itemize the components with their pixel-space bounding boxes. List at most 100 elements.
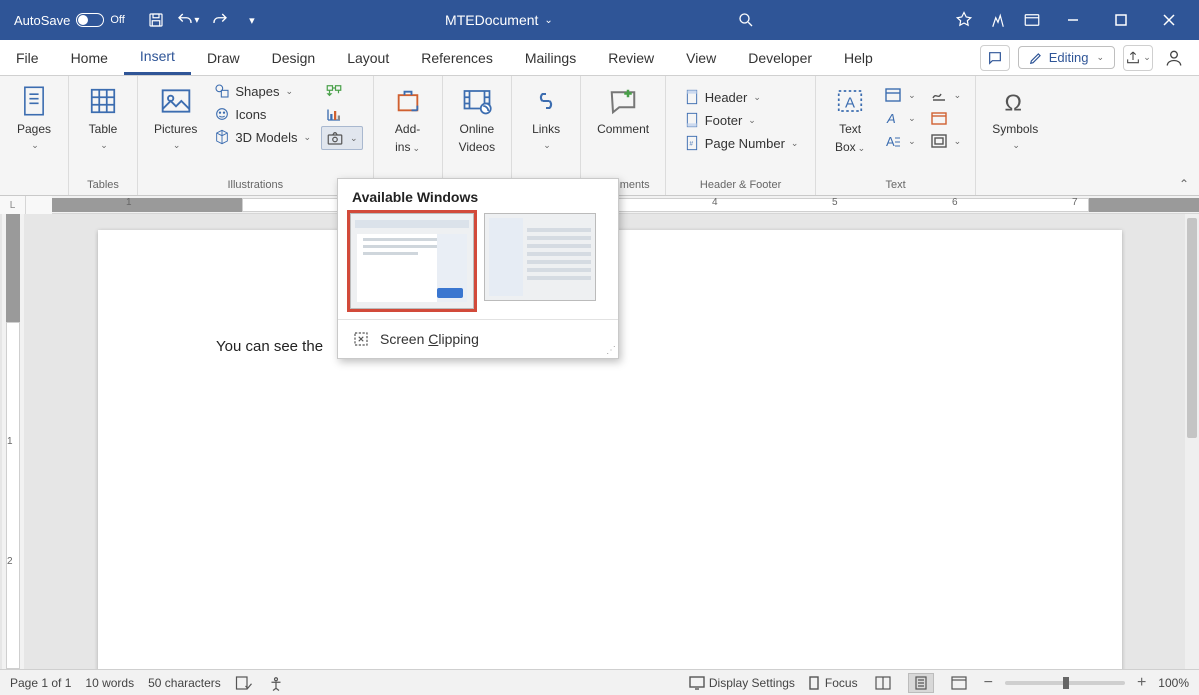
redo-button[interactable] [205,5,235,35]
pictures-button[interactable]: Pictures⌄ [148,80,203,155]
calendar-icon [930,109,948,127]
status-bar: Page 1 of 1 10 words 50 characters Displ… [0,669,1199,695]
read-mode-button[interactable] [870,673,896,693]
ruler-vertical[interactable]: 1 2 [2,214,24,669]
comments-pane-button[interactable] [980,45,1010,71]
dropcap-button[interactable]: A⌄ [880,130,920,152]
zoom-level[interactable]: 100% [1158,676,1189,690]
web-layout-button[interactable] [946,673,972,693]
search-button[interactable] [731,5,761,35]
tab-draw[interactable]: Draw [191,40,256,75]
datetime-button[interactable] [926,107,966,129]
status-words[interactable]: 10 words [85,676,134,690]
dropdown-title: Available Windows [338,179,618,213]
quickparts-icon [884,86,902,104]
header-icon [683,88,701,106]
save-button[interactable] [141,5,171,35]
svg-text:Ω: Ω [1005,89,1022,115]
wordart-button[interactable]: A⌄ [880,107,920,129]
undo-button[interactable]: ▾ [173,5,203,35]
tab-view[interactable]: View [670,40,732,75]
maximize-button[interactable] [1099,0,1143,40]
chevron-down-icon: ⌄ [544,15,552,26]
header-button[interactable]: Header⌄ [679,86,803,108]
editing-mode-label: Editing [1049,50,1089,65]
signature-icon [930,86,948,104]
symbols-button[interactable]: Ω Symbols⌄ [986,80,1044,155]
window-thumbnail-1[interactable] [350,213,474,309]
accessibility-icon[interactable] [267,675,285,691]
autosave-label: AutoSave [14,13,70,28]
icons-icon [213,105,231,123]
autosave-toggle[interactable]: AutoSave Off [0,13,135,28]
share-button[interactable]: ⌄ [1123,45,1153,71]
ribbon-display-icon[interactable] [1017,5,1047,35]
group-tables: Table⌄ Tables [69,76,138,195]
footer-button[interactable]: Footer⌄ [679,109,803,131]
tab-layout[interactable]: Layout [331,40,405,75]
minimize-button[interactable] [1051,0,1095,40]
collapse-ribbon-button[interactable]: ⌃ [1179,177,1189,191]
shapes-button[interactable]: Shapes⌄ [209,80,315,102]
cube-icon [213,128,231,146]
ruler-horizontal[interactable]: 1 2 4 5 6 7 [52,196,1199,214]
status-page[interactable]: Page 1 of 1 [10,676,71,690]
premium-icon[interactable] [949,5,979,35]
body-text[interactable]: You can see the [216,338,323,355]
screen-clipping-item[interactable]: Screen Clipping [338,320,618,358]
coming-soon-icon[interactable] [983,5,1013,35]
status-chars[interactable]: 50 characters [148,676,221,690]
qat-customize[interactable]: ▾ [237,5,267,35]
spellcheck-icon[interactable] [235,675,253,691]
pages-button[interactable]: Pages⌄ [10,80,58,155]
comment-button[interactable]: Comment [591,80,655,140]
print-layout-button[interactable] [908,673,934,693]
scroll-thumb[interactable] [1187,218,1197,438]
tab-mailings[interactable]: Mailings [509,40,592,75]
group-label-hf: Header & Footer [700,177,781,195]
window-thumbnail-2[interactable] [484,213,596,301]
page-number-button[interactable]: #Page Number⌄ [679,132,803,154]
tab-help[interactable]: Help [828,40,889,75]
tab-developer[interactable]: Developer [732,40,828,75]
links-button[interactable]: Links⌄ [522,80,570,155]
tab-references[interactable]: References [405,40,509,75]
scrollbar-vertical[interactable] [1185,214,1199,669]
pictures-icon [159,84,193,118]
chart-button[interactable] [321,103,363,125]
display-settings-button[interactable]: Display Settings [689,676,795,690]
zoom-out-button[interactable]: − [984,674,993,692]
object-button[interactable]: ⌄ [926,130,966,152]
account-icon[interactable] [1161,48,1187,68]
icons-button[interactable]: Icons [209,103,315,125]
editing-mode-button[interactable]: Editing ⌄ [1018,46,1115,69]
tab-design[interactable]: Design [256,40,332,75]
group-label-illustrations: Illustrations [227,177,283,195]
quickparts-button[interactable]: ⌄ [880,84,920,106]
zoom-slider[interactable] [1005,681,1125,685]
link-icon [529,84,563,118]
text-box-button[interactable]: A Text Box⌄ [826,80,874,158]
tab-selector[interactable]: L [0,196,26,214]
addins-button[interactable]: Add- ins⌄ [384,80,432,158]
online-videos-button[interactable]: Online Videos [453,80,501,158]
close-button[interactable] [1147,0,1191,40]
smartart-button[interactable] [321,80,363,102]
focus-button[interactable]: Focus [807,676,858,690]
zoom-in-button[interactable]: + [1137,674,1146,692]
comment-icon [606,84,640,118]
screenshot-button[interactable]: ⌄ [321,126,363,150]
tab-review[interactable]: Review [592,40,670,75]
pictures-label: Pictures [154,122,197,136]
tab-insert[interactable]: Insert [124,40,191,75]
video-icon [460,84,494,118]
tab-file[interactable]: File [0,40,55,75]
group-headerfooter: Header⌄ Footer⌄ #Page Number⌄ Header & F… [666,76,816,195]
dropcap-icon: A [884,132,902,150]
table-button[interactable]: Table⌄ [79,80,127,155]
signature-button[interactable]: ⌄ [926,84,966,106]
document-title[interactable]: MTEDocument ⌄ [267,12,731,28]
3d-models-button[interactable]: 3D Models⌄ [209,126,315,148]
resize-grip-icon: ⋰ [606,345,616,356]
tab-home[interactable]: Home [55,40,124,75]
